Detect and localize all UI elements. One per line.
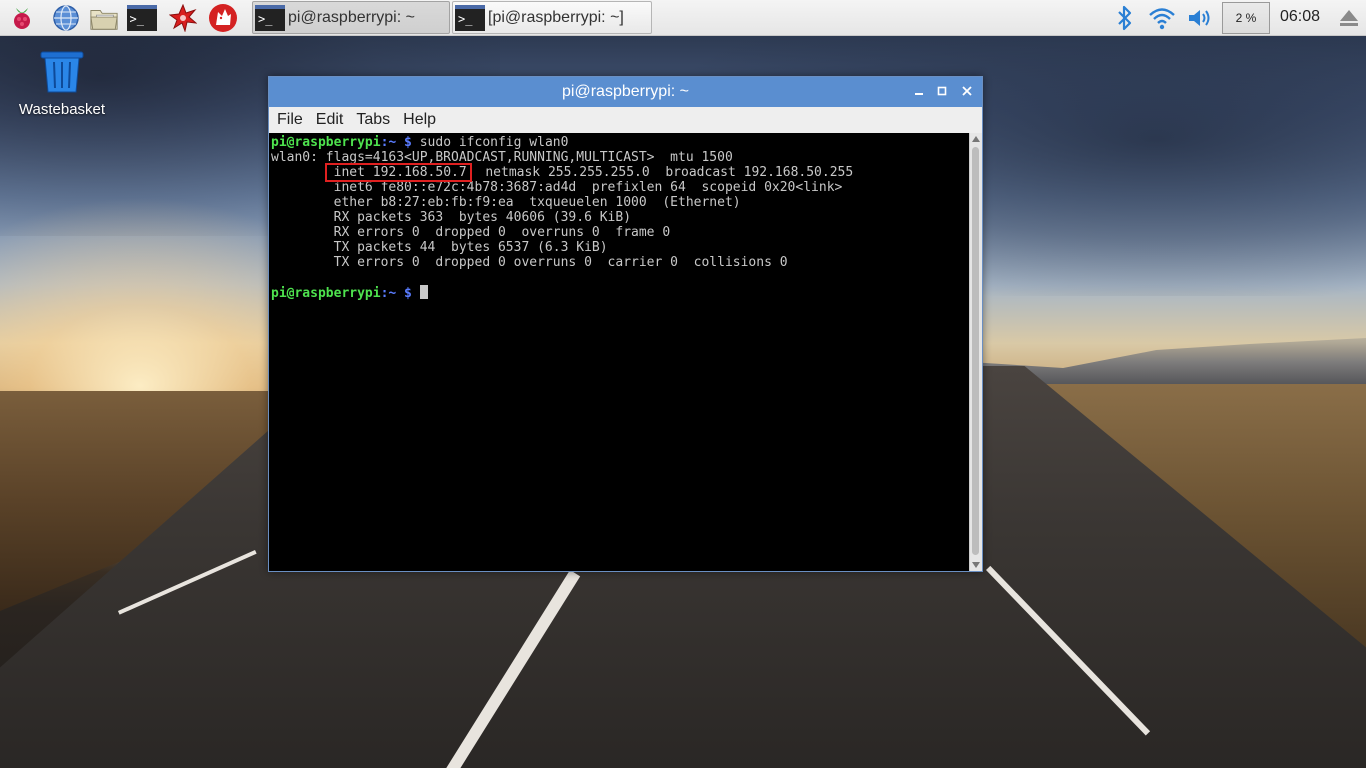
window-titlebar[interactable]: pi@raspberrypi: ~ (269, 77, 982, 107)
maximize-icon (937, 86, 947, 96)
terminal-output-line: TX packets 44 bytes 6537 (6.3 KiB) (271, 240, 608, 255)
speaker-icon (1189, 10, 1210, 26)
task-button-terminal-2[interactable]: >_ [pi@raspberrypi: ~] (452, 1, 652, 34)
raspberry-menu-icon (14, 8, 30, 29)
terminal-output-line: ether b8:27:eb:fb:f9:ea txqueuelen 1000 … (271, 195, 741, 210)
terminal-output-line: RX packets 363 bytes 40606 (39.6 KiB) (271, 210, 632, 225)
menu-tabs[interactable]: Tabs (356, 111, 390, 129)
minimize-icon (915, 93, 923, 95)
wolfram-icon (209, 4, 237, 32)
terminal-command-line: pi@raspberrypi:~ $ sudo ifconfig wlan0 (271, 135, 969, 150)
terminal-output-line: RX errors 0 dropped 0 overruns 0 frame 0 (271, 225, 671, 240)
eject-icon (1340, 10, 1358, 26)
close-icon (962, 86, 972, 96)
menu-edit[interactable]: Edit (316, 111, 344, 129)
wifi-tray-button[interactable] (1147, 3, 1177, 33)
clock[interactable]: 06:08 (1280, 8, 1320, 26)
prompt-path: :~ $ (380, 286, 412, 301)
terminal-command: sudo ifconfig wlan0 (411, 135, 569, 150)
terminal-prompt-line: pi@raspberrypi:~ $ (271, 285, 969, 301)
mathematica-icon (169, 4, 197, 32)
terminal-output-text: netmask 255.255.255.0 broadcast 192.168.… (469, 165, 854, 180)
scroll-up-button[interactable] (970, 133, 982, 145)
task-button-label: [pi@raspberrypi: ~] (488, 8, 624, 26)
volume-tray-button[interactable] (1185, 3, 1215, 33)
taskbar: >_ >_ pi@raspberrypi: ~ >_ [pi@raspberry… (0, 0, 1366, 36)
desktop-icon-wastebasket[interactable]: Wastebasket (14, 50, 110, 118)
menu-file[interactable]: File (277, 111, 303, 129)
highlighted-ip-address: inet 192.168.50.7 (324, 163, 472, 182)
wastebasket-icon (40, 51, 84, 93)
mathematica-launcher[interactable] (168, 3, 198, 33)
file-manager-icon (90, 10, 118, 30)
terminal-launcher[interactable]: >_ (126, 3, 158, 33)
minimize-button[interactable] (909, 81, 929, 101)
scroll-down-button[interactable] (970, 559, 982, 571)
task-button-terminal-1[interactable]: >_ pi@raspberrypi: ~ (252, 1, 450, 34)
desktop-icon-label: Wastebasket (18, 101, 106, 118)
raspberry-menu-button[interactable] (7, 3, 37, 33)
prompt-path: :~ $ (380, 135, 412, 150)
terminal-output[interactable]: pi@raspberrypi:~ $ sudo ifconfig wlan0 w… (269, 133, 969, 571)
menu-bar: File Edit Tabs Help (269, 107, 982, 133)
wolfram-launcher[interactable] (208, 3, 238, 33)
window-title: pi@raspberrypi: ~ (562, 83, 689, 100)
terminal-icon: >_ (126, 5, 157, 31)
eject-tray-button[interactable] (1334, 3, 1364, 33)
bluetooth-icon (1118, 5, 1132, 31)
cpu-usage-monitor[interactable]: 2 % (1222, 2, 1270, 34)
terminal-output-line: TX errors 0 dropped 0 overruns 0 carrier… (271, 255, 788, 270)
close-button[interactable] (957, 81, 977, 101)
prompt-user: pi@raspberrypi (271, 286, 381, 301)
file-manager-launcher[interactable] (89, 3, 119, 33)
terminal-output-line: wlan0: flags=4163<UP,BROADCAST,RUNNING,M… (271, 150, 733, 165)
terminal-output-line: inet6 fe80::e72c:4b78:3687:ad4d prefixle… (271, 180, 843, 195)
chevron-up-icon (972, 136, 980, 142)
terminal-icon: >_ (255, 4, 285, 31)
web-browser-icon (53, 5, 79, 31)
maximize-button[interactable] (932, 81, 952, 101)
menu-help[interactable]: Help (403, 111, 436, 129)
terminal-cursor (419, 285, 428, 299)
terminal-window[interactable]: pi@raspberrypi: ~ File Edit Tabs Help pi… (268, 76, 983, 572)
wifi-icon (1149, 8, 1175, 30)
terminal-scrollbar[interactable] (969, 133, 982, 571)
task-button-label: pi@raspberrypi: ~ (288, 8, 415, 26)
scrollbar-thumb[interactable] (972, 147, 979, 555)
bluetooth-tray-button[interactable] (1110, 3, 1140, 33)
terminal-output-line: inet 192.168.50.7 netmask 255.255.255.0 … (271, 163, 969, 182)
prompt-user: pi@raspberrypi (271, 135, 381, 150)
chevron-down-icon (972, 562, 980, 568)
terminal-icon: >_ (455, 4, 485, 31)
web-browser-launcher[interactable] (51, 3, 81, 33)
